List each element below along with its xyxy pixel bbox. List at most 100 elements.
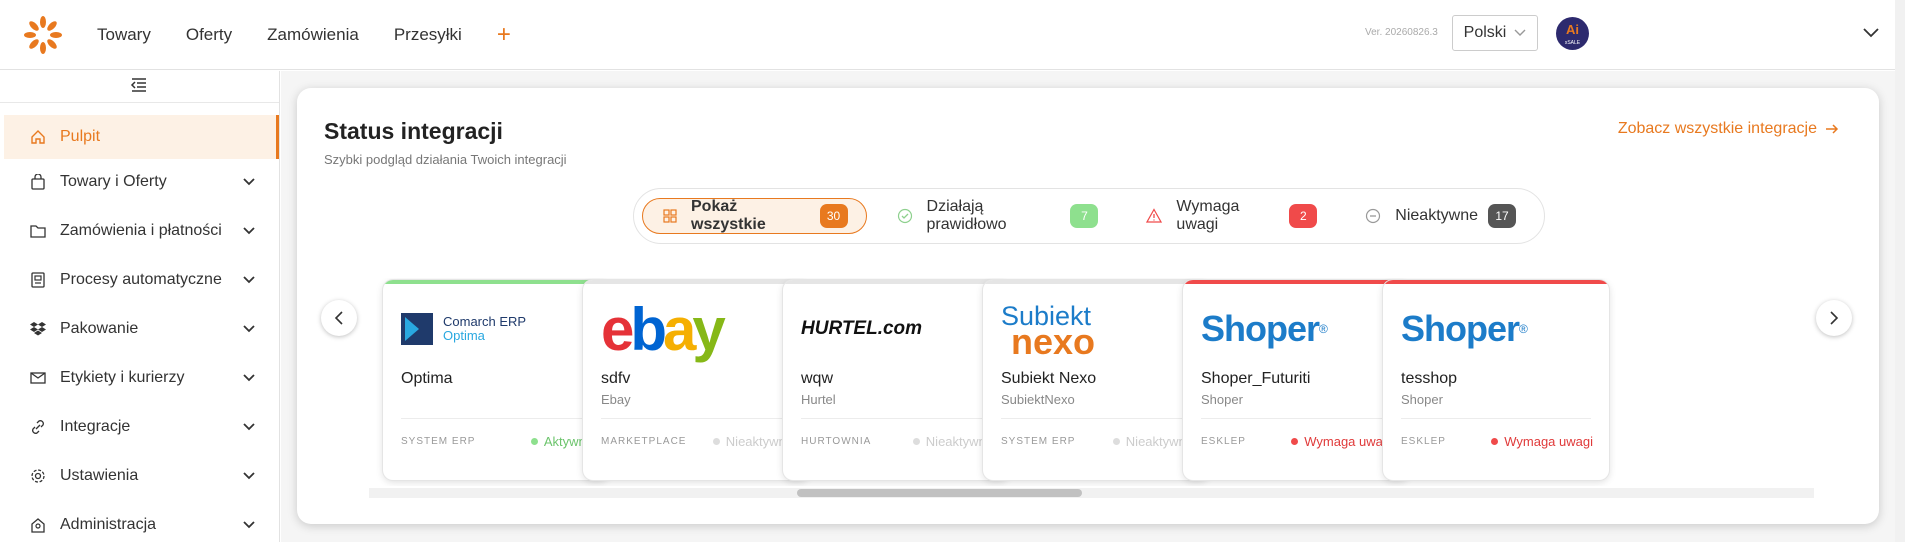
status-line: [583, 280, 809, 284]
nav-przesylki[interactable]: Przesyłki: [394, 25, 462, 45]
integration-category: MARKETPLACE: [601, 436, 687, 447]
count-badge: 7: [1070, 204, 1099, 228]
sidebar-item-label: Pulpit: [60, 128, 101, 145]
status-badge: Nieaktywna: [1112, 434, 1193, 449]
integration-type: Shoper: [1401, 392, 1443, 407]
integration-category: SYSTEM ERP: [401, 436, 476, 447]
integration-card[interactable]: Subiekt nexo Subiekt Nexo SubiektNexo SY…: [983, 280, 1209, 480]
chevron-down-icon: [243, 227, 255, 235]
grid-icon: [663, 209, 677, 223]
process-icon: [30, 272, 56, 288]
filter-needs-attention[interactable]: Wymaga uwagi 2: [1126, 198, 1335, 234]
divider: [801, 418, 991, 419]
page-scrollbar[interactable]: [1895, 0, 1905, 542]
sidebar-item-administracja[interactable]: Administracja: [4, 503, 279, 547]
status-line: [983, 280, 1209, 284]
chevron-down-icon: [243, 423, 255, 431]
count-badge: 2: [1289, 204, 1318, 228]
sidebar-item-procesy[interactable]: Procesy automatyczne: [4, 258, 279, 302]
ebay-logo: ebay: [601, 295, 726, 363]
chevron-down-icon: [243, 374, 255, 382]
chevron-down-icon: [243, 276, 255, 284]
sidebar-item-towary-i-oferty[interactable]: Towary i Oferty: [4, 160, 279, 204]
comarch-logo: Comarch ERP Optima: [401, 298, 591, 360]
integration-card[interactable]: Shoper ® Shoper_Futuriti Shoper ESKLEP Wy…: [1183, 280, 1409, 480]
filter-working[interactable]: Działają prawidłowo 7: [877, 198, 1117, 234]
integration-name: wqw: [801, 370, 834, 387]
divider: [401, 418, 591, 419]
collapse-sidebar-icon[interactable]: [130, 77, 148, 93]
chevron-right-icon: [1830, 311, 1839, 325]
integration-card[interactable]: Comarch ERP Optima Optima SYSTEM ERP Akt…: [383, 280, 609, 480]
sidebar-item-label: Zamówienia i płatności: [60, 222, 222, 239]
status-badge: Nieaktywna: [912, 434, 993, 449]
carousel-scrollbar[interactable]: [369, 488, 1814, 498]
sidebar-item-pakowanie[interactable]: Pakowanie: [4, 307, 279, 351]
shoper-logo: Shoper ®: [1401, 308, 1528, 349]
sidebar: Pulpit Towary i Oferty Zamówienia i płat…: [0, 71, 280, 542]
avatar-brand: xSALE: [1564, 40, 1581, 46]
status-line: [1383, 280, 1609, 284]
carousel-prev-button[interactable]: [321, 300, 357, 336]
integration-card[interactable]: ebay sdfv Ebay MARKETPLACE Nieaktywna: [583, 280, 809, 480]
scrollbar-thumb[interactable]: [797, 489, 1082, 497]
avatar[interactable]: Ai xSALE: [1556, 17, 1589, 50]
integration-category: ESKLEP: [1201, 436, 1246, 447]
filter-show-all[interactable]: Pokaż wszystkie 30: [642, 198, 867, 234]
sidebar-item-label: Procesy automatyczne: [60, 271, 222, 288]
nav-zamowienia[interactable]: Zamówienia: [267, 25, 359, 45]
integration-type: SubiektNexo: [1001, 392, 1075, 407]
status-badge: Wymaga uwagi: [1491, 434, 1593, 449]
folder-icon: [30, 223, 56, 239]
see-all-integrations-link[interactable]: Zobacz wszystkie integracje: [1618, 120, 1839, 138]
integration-category: HURTOWNIA: [801, 436, 872, 447]
add-shortcut-plus-icon[interactable]: +: [497, 21, 511, 49]
warning-icon: [1146, 208, 1163, 224]
minus-circle-icon: [1365, 208, 1381, 224]
status-line: [783, 280, 1009, 284]
integration-card[interactable]: HURTEL.com wqw Hurtel HURTOWNIA Nieaktyw…: [783, 280, 1009, 480]
chevron-down-icon[interactable]: [1862, 24, 1880, 42]
arrow-right-icon: [1826, 124, 1839, 134]
dropbox-icon: [30, 321, 56, 337]
divider: [1401, 418, 1591, 419]
home-icon: [30, 129, 56, 145]
filter-label: Pokaż wszystkie: [691, 198, 766, 233]
integration-name: Optima: [401, 370, 453, 387]
integration-category: SYSTEM ERP: [1001, 436, 1076, 447]
chevron-left-icon: [334, 311, 343, 325]
nav-oferty[interactable]: Oferty: [186, 25, 232, 45]
main-nav: Towary Oferty Zamówienia Przesyłki +: [97, 0, 511, 70]
integrations-carousel: Comarch ERP Optima Optima SYSTEM ERP Akt…: [369, 278, 1814, 486]
panel-title: Status integracji: [324, 118, 503, 144]
integration-type: Shoper: [1201, 392, 1243, 407]
carousel-next-button[interactable]: [1816, 300, 1852, 336]
sidebar-item-label: Ustawienia: [60, 467, 139, 484]
filter-label: Wymaga uwagi: [1176, 198, 1240, 233]
chevron-down-icon: [243, 472, 255, 480]
integration-card[interactable]: Shoper ® tesshop Shoper ESKLEP Wymaga uwa…: [1383, 280, 1609, 480]
app-logo[interactable]: [22, 14, 64, 56]
nav-towary[interactable]: Towary: [97, 25, 151, 45]
see-all-label: Zobacz wszystkie integracje: [1617, 120, 1817, 137]
subiekt-nexo-logo: Subiekt nexo: [1001, 301, 1096, 362]
filter-label: Działają prawidłowo: [926, 198, 1007, 233]
link-icon: [30, 419, 56, 435]
language-select[interactable]: Polski: [1452, 15, 1538, 51]
chevron-down-icon: [243, 178, 255, 186]
sidebar-item-ustawienia[interactable]: Ustawienia: [4, 454, 279, 498]
sidebar-item-integracje[interactable]: Integracje: [4, 405, 279, 449]
sidebar-item-label: Etykiety i kurierzy: [60, 369, 185, 386]
sidebar-item-zamowienia[interactable]: Zamówienia i płatności: [4, 209, 279, 253]
gear-icon: [30, 468, 56, 484]
sidebar-divider: [0, 102, 279, 103]
sidebar-item-label: Integracje: [60, 418, 131, 435]
divider: [1001, 418, 1191, 419]
filter-inactive[interactable]: Nieaktywne 17: [1345, 198, 1534, 234]
divider: [601, 418, 791, 419]
integration-name: Subiekt Nexo: [1001, 370, 1097, 387]
sidebar-item-pulpit[interactable]: Pulpit: [4, 115, 279, 159]
sidebar-item-label: Pakowanie: [60, 320, 139, 337]
count-badge: 30: [819, 204, 848, 228]
sidebar-item-etykiety[interactable]: Etykiety i kurierzy: [4, 356, 279, 400]
